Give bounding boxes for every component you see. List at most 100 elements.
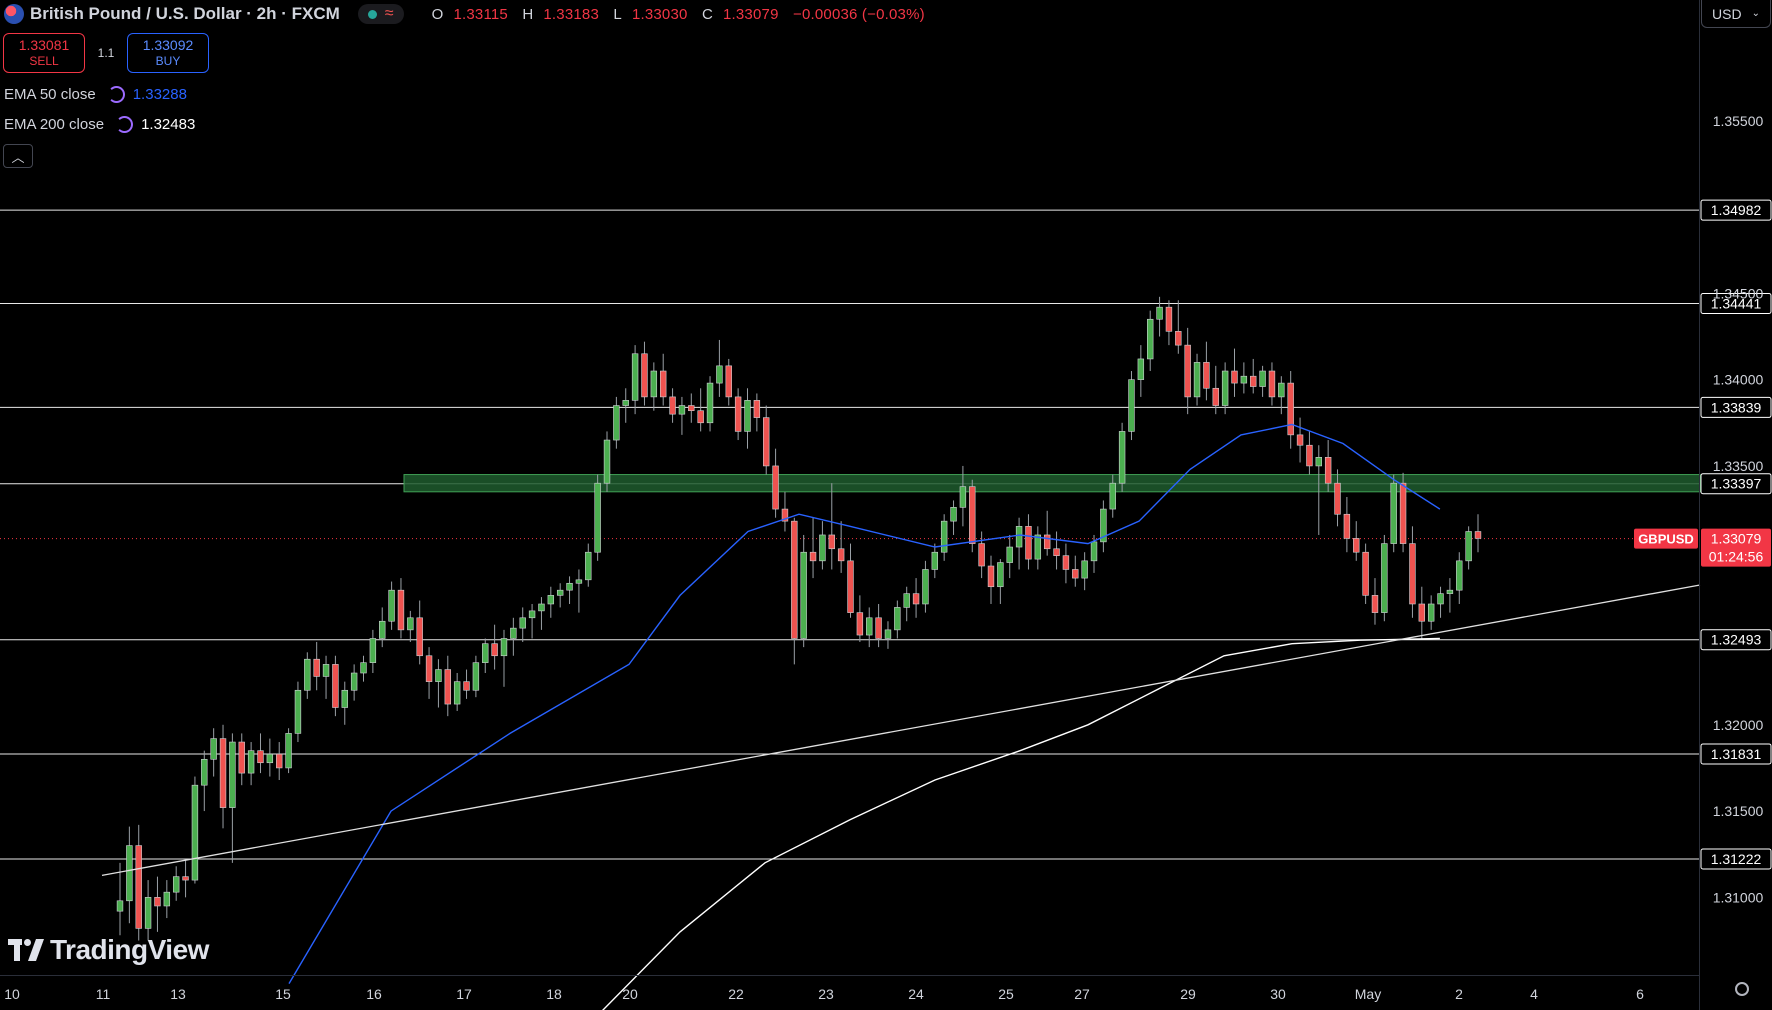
candle <box>603 431 611 492</box>
candle-body <box>1250 375 1257 387</box>
candle <box>491 624 498 670</box>
candle <box>1287 371 1294 449</box>
candle-body <box>1175 331 1182 346</box>
candle-body <box>1043 534 1051 550</box>
candle-body <box>650 370 658 398</box>
candle-body <box>294 689 302 734</box>
candle <box>313 641 320 691</box>
candle <box>285 728 292 774</box>
candle <box>1353 521 1360 561</box>
tradingview-wordmark: TradingView <box>50 934 209 965</box>
candle <box>922 560 929 613</box>
symbol-title[interactable]: British Pound / U.S. Dollar · 2h · FXCM <box>30 4 340 24</box>
candle-body <box>556 589 564 596</box>
candle <box>678 396 686 435</box>
settings-icon[interactable] <box>1735 982 1749 996</box>
candle <box>894 600 901 639</box>
buy-button[interactable]: 1.33092 BUY <box>127 33 209 73</box>
candle-body <box>791 520 798 639</box>
candle <box>725 358 732 406</box>
candle-body <box>1456 560 1463 591</box>
candle <box>154 876 161 932</box>
candle <box>425 647 433 699</box>
candle-body <box>725 365 732 398</box>
candle <box>1147 310 1154 372</box>
candle-body <box>688 405 695 412</box>
collapse-legend-button[interactable]: ︿ <box>3 144 33 168</box>
candle <box>1072 555 1079 587</box>
candle-body <box>997 562 1004 588</box>
candle-body <box>407 617 414 631</box>
candle <box>585 543 592 587</box>
candle-body <box>1259 370 1266 387</box>
candle <box>1156 296 1163 337</box>
candle <box>903 586 910 622</box>
candle-body <box>1184 344 1191 398</box>
trendline <box>101 584 1701 876</box>
level-label: 1.33397 <box>1711 476 1762 492</box>
candle <box>500 629 508 687</box>
candle <box>1212 365 1219 415</box>
candle <box>1193 353 1201 406</box>
level-label: 1.34982 <box>1711 202 1762 218</box>
candle-body <box>191 784 199 881</box>
candle-body <box>594 482 601 553</box>
candle <box>866 607 873 648</box>
currency-label: USD <box>1712 5 1742 22</box>
market-status[interactable]: ≈ <box>357 4 404 24</box>
sell-button[interactable]: 1.33081 SELL <box>3 33 85 73</box>
candle-body <box>219 738 227 808</box>
candle-body <box>416 617 423 657</box>
candle-body <box>1156 306 1163 320</box>
candle-body <box>1118 431 1126 484</box>
price-chart[interactable]: 1.349821.344411.338391.333971.324931.318… <box>0 0 1772 1010</box>
time-tick-label: 13 <box>170 986 186 1002</box>
candle-body <box>1324 457 1332 484</box>
candle <box>144 880 152 941</box>
candle <box>1418 586 1426 639</box>
price-tick-label: 1.31500 <box>1713 803 1764 819</box>
indicator-ema200[interactable]: EMA 200 close 1.32483 <box>4 116 195 133</box>
candle-body <box>1353 538 1360 553</box>
price-axis[interactable]: 1.349821.344411.338391.333971.324931.318… <box>1700 113 1772 906</box>
candle <box>1240 362 1248 394</box>
candle <box>1221 362 1229 415</box>
candle-body <box>453 681 461 705</box>
open-value: 1.33115 <box>453 5 508 23</box>
close-value: 1.33079 <box>722 5 779 23</box>
candle-body <box>847 560 854 613</box>
candle <box>1043 510 1051 556</box>
candle-body <box>388 589 395 622</box>
candle-body <box>753 400 761 418</box>
price-badge-value: 1.33079 <box>1711 531 1762 547</box>
candle <box>1175 300 1182 354</box>
loading-icon <box>107 86 125 103</box>
candle-body <box>163 891 171 907</box>
currency-selector[interactable]: USD ⌄ <box>1701 0 1771 28</box>
candle-body <box>238 741 245 774</box>
candle <box>1100 500 1107 553</box>
spread-value: 1.1 <box>97 46 115 60</box>
candle-body <box>931 551 939 570</box>
candle-body <box>500 638 508 657</box>
candle <box>659 353 667 406</box>
candle-body <box>210 738 217 760</box>
candle <box>697 388 704 432</box>
candle <box>388 581 395 630</box>
candle <box>566 576 573 604</box>
candle <box>453 673 461 711</box>
candle <box>444 655 451 717</box>
indicator-ema50[interactable]: EMA 50 close 1.33288 <box>4 86 187 103</box>
price-badge-countdown: 01:24:56 <box>1709 549 1764 565</box>
candle <box>772 448 779 518</box>
candle-body <box>425 655 433 682</box>
candle-body <box>350 672 358 691</box>
time-axis[interactable]: 10 11 13 15 16 17 18 20 22 23 24 25 27 29 30 May 2 4 6 <box>4 986 1644 1002</box>
candle-body <box>1109 482 1116 510</box>
candle-body <box>1287 382 1294 436</box>
time-tick-label: 18 <box>546 986 562 1002</box>
candle-body <box>154 897 161 907</box>
candle <box>266 738 274 777</box>
candle-body <box>940 520 948 553</box>
candle-body <box>1240 375 1248 384</box>
